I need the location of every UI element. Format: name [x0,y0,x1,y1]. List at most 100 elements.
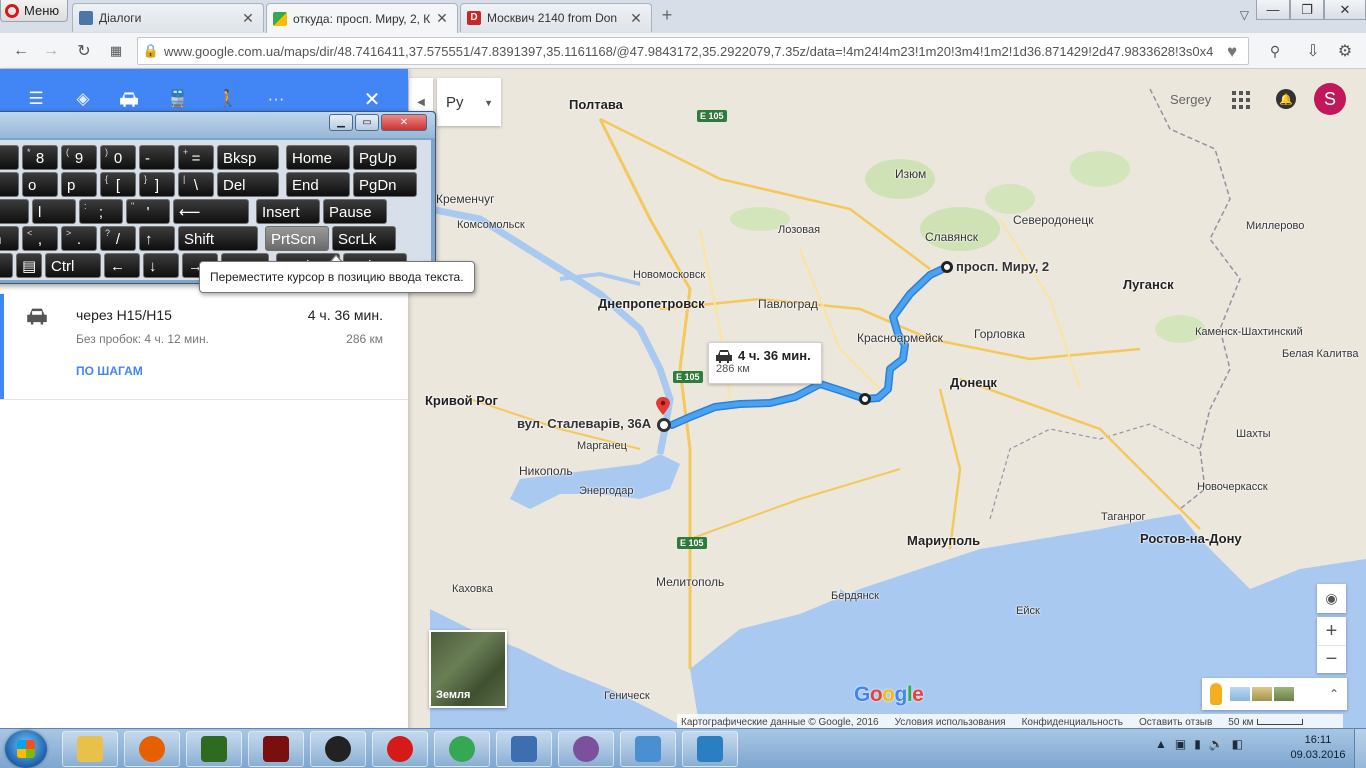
notifications-bell-icon[interactable]: 🔔 [1276,89,1296,109]
key-char[interactable]: m [0,226,19,251]
menu-icon[interactable]: ☰ [25,89,47,109]
avatar[interactable]: S [1314,83,1346,115]
key-char[interactable]: + = [178,145,214,170]
step-by-step-link[interactable]: ПО ШАГАМ [76,364,143,378]
apps-grid-icon[interactable] [1232,91,1250,109]
key-char[interactable]: i [0,172,19,197]
opera-menu-button[interactable]: Меню [0,0,68,22]
taskbar-app-opera[interactable] [372,731,428,767]
show-desktop-button[interactable] [1354,729,1366,768]
key-char[interactable]: ? / [100,226,136,251]
destination-marker[interactable] [657,418,671,432]
new-tab-button[interactable]: + [658,6,676,26]
key-char[interactable]: l [32,199,76,224]
scale-label[interactable]: 50 км [1228,717,1304,728]
back-icon[interactable]: ← [10,40,32,62]
car-icon[interactable] [118,89,140,109]
key-prtscn[interactable]: PrtScn [265,226,329,251]
imagery-thumbnails[interactable] [1230,687,1294,701]
url-field[interactable]: 🔒 www.google.com.ua/maps/dir/48.7416411,… [137,37,1249,65]
earth-view-toggle[interactable]: Земля [429,630,507,708]
chevron-up-icon[interactable]: ⌃ [1329,687,1339,701]
reload-icon[interactable]: ↻ [73,40,95,62]
key-char[interactable]: " ' [126,199,170,224]
key-char[interactable]: {[ [100,172,136,197]
tab-close-icon[interactable]: ✕ [241,10,255,27]
taskbar-app-keyboard-app[interactable] [496,731,552,767]
my-location-icon[interactable]: ◉ [1317,584,1346,613]
osk-title-bar[interactable]: ▁ ▭ ✕ [0,112,435,138]
key-pause[interactable]: Pause [323,199,387,224]
taskbar-app-game-2[interactable] [248,731,304,767]
close-icon[interactable]: ✕ [361,89,383,111]
forward-icon[interactable]: → [40,40,62,62]
terms-link[interactable]: Условия использования [895,717,1006,728]
tab-close-icon[interactable]: ✕ [435,10,449,27]
key-del[interactable]: Del [217,172,279,197]
pegman-icon[interactable] [1210,683,1222,705]
key-shift[interactable]: Shift [178,226,258,251]
privacy-link[interactable]: Конфиденциальность [1022,717,1123,728]
key-pgdn[interactable]: PgDn [353,172,417,197]
key-pgup[interactable]: PgUp [353,145,417,170]
url-text[interactable]: www.google.com.ua/maps/dir/48.7416411,37… [164,44,1214,59]
osk-maximize-button[interactable]: ▭ [355,114,379,131]
osk-close-button[interactable]: ✕ [381,114,427,131]
tab-drive2[interactable]: D Москвич 2140 from Don ✕ [460,3,652,32]
directions-icon[interactable]: ◈ [72,89,94,109]
tray-device-icon[interactable]: ▣ [1175,737,1186,751]
walk-icon[interactable]: 🚶 [217,89,239,109]
key-char[interactable]: ) 0 [100,145,136,170]
origin-marker[interactable] [941,261,953,273]
transit-icon[interactable]: 🚆 [167,89,189,109]
taskbar-app-firefox[interactable] [124,731,180,767]
key-char[interactable]: ▤ [16,253,42,278]
key-char[interactable]: ← [104,253,140,278]
taskbar-clock[interactable]: 16:11 09.03.2016 [1288,733,1348,763]
route-duration-bubble[interactable]: 4 ч. 36 мин. 286 км [708,342,822,384]
settings-icon[interactable]: ⚙ [1334,40,1356,62]
key-lt[interactable]: lt [0,253,13,278]
bookmark-heart-icon[interactable]: ♥ [1222,42,1242,62]
taskbar-app-explorer[interactable] [62,731,118,767]
key-bksp[interactable]: Bksp [217,145,279,170]
key-char[interactable]: o [22,172,58,197]
close-window-button[interactable]: ✕ [1324,0,1366,20]
taskbar-app-feather-app[interactable] [682,731,738,767]
tab-menu-icon[interactable]: ▽ [1240,8,1249,22]
key-char[interactable]: >. [61,226,97,251]
tray-expand-icon[interactable]: ▲ [1155,737,1167,751]
taskbar-app-game-3[interactable] [310,731,366,767]
tab-dialogs[interactable]: Діалоги ✕ [72,3,264,32]
key-char[interactable]: | \ [178,172,214,197]
vpn-icon[interactable]: ⚲ [1264,40,1286,62]
key-char[interactable]: k [0,199,29,224]
download-icon[interactable]: ⇩ [1302,40,1324,62]
waypoint-marker[interactable] [859,393,871,405]
start-button[interactable] [5,730,47,768]
key-char[interactable]: ⟵ [173,199,249,224]
osk-minimize-button[interactable]: ▁ [329,114,353,131]
taskbar-app-chrome[interactable] [434,731,490,767]
tab-close-icon[interactable]: ✕ [629,10,643,27]
key-ctrl[interactable]: Ctrl [45,253,101,278]
language-button[interactable]: Ру ▼ [437,78,501,126]
network-icon[interactable]: ▮ [1194,737,1201,751]
key-char[interactable]: * 8 [22,145,58,170]
tab-google-maps[interactable]: откуда: просп. Миру, 2, К ✕ [266,3,458,33]
zoom-in-button[interactable]: + [1326,617,1338,645]
map-pin-icon[interactable] [656,397,670,415]
key-char[interactable]: ↓ [143,253,179,278]
speed-dial-icon[interactable]: ▦ [105,40,127,62]
key-char[interactable]: (9 [61,145,97,170]
key-scrlk[interactable]: ScrLk [332,226,396,251]
key-char[interactable]: p [61,172,97,197]
account-name[interactable]: Sergey [1170,92,1211,107]
key-char[interactable]: <, [22,226,58,251]
key-home[interactable]: Home [286,145,350,170]
language-indicator-icon[interactable]: ◧ [1232,737,1243,751]
key-insert[interactable]: Insert [256,199,320,224]
taskbar-app-game-1[interactable] [186,731,242,767]
minimize-button[interactable]: — [1256,0,1290,20]
key-char[interactable]: 7 [0,145,19,170]
